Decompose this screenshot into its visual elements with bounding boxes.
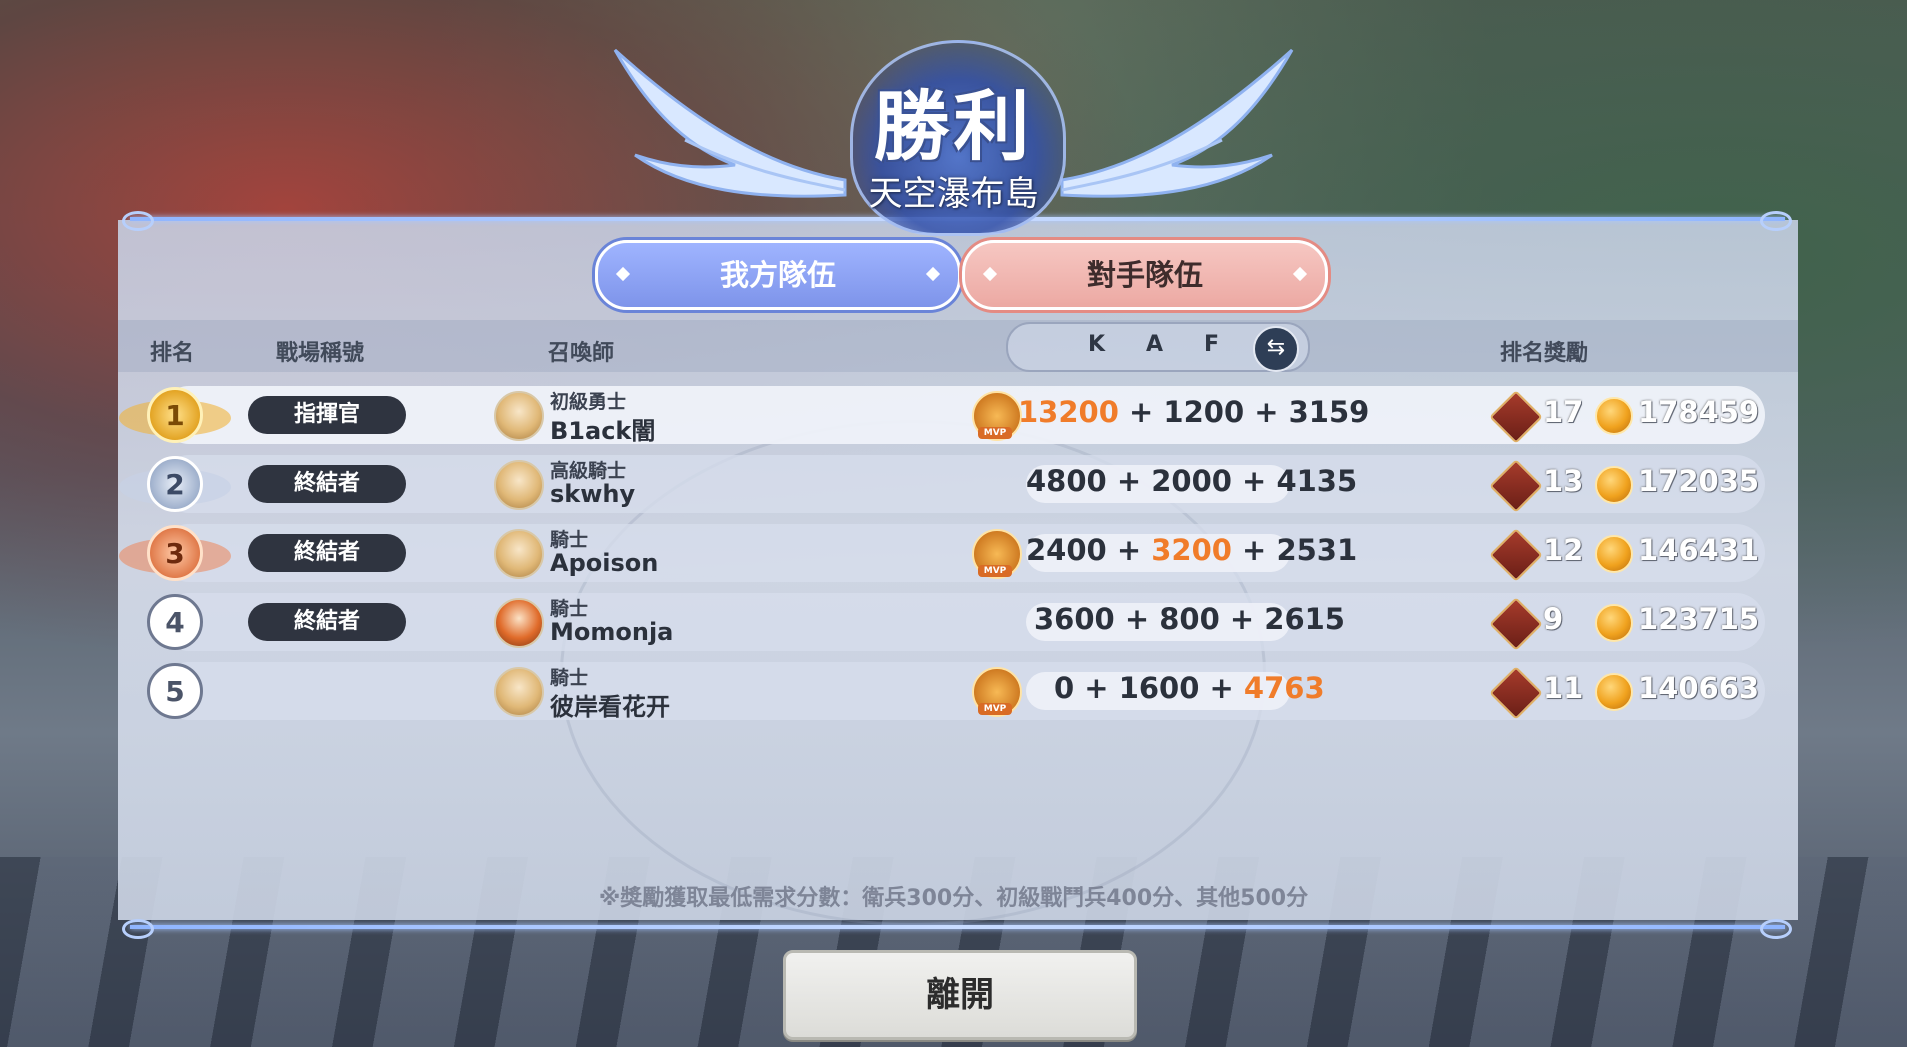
summoner-avatar[interactable] [494,391,544,441]
mvp-tag: MVP [978,703,1012,715]
tab-own-team[interactable]: 我方隊伍 [595,240,961,310]
header-k: K [1088,332,1106,357]
gold-coin-icon [1595,466,1633,504]
tab-own-label: 我方隊伍 [719,258,836,292]
score-k: 3600 [1034,602,1115,636]
bottom-divider-right-end [1760,919,1792,939]
header-battle-title: 戰場稱號 [276,341,365,366]
summoner-avatar[interactable] [494,667,544,717]
score-a: 2000 [1151,464,1232,498]
score-f: 2615 [1264,602,1345,636]
plus-sign: + [1106,464,1152,498]
ticket-count: 9 [1543,602,1564,636]
rank-badge-icon: 4 [147,594,203,650]
coin-count: 140663 [1638,671,1760,705]
battle-title-pill: 終結者 [248,603,406,641]
plus-sign: + [1106,533,1152,567]
kaf-score: 3600 + 800 + 2615 [1034,602,1345,636]
tab-own-left-diamond-icon [615,266,631,282]
coin-count: 146431 [1638,533,1760,567]
summoner-class: 騎士 [550,667,589,689]
bottom-divider-left-end [122,919,154,939]
reward-footnote: ※獎勵獲取最低需求分數：衛兵300分、初級戰鬥兵400分、其他500分 [598,886,1309,911]
leave-button[interactable]: 離開 [783,950,1137,1040]
header-rank-reward: 排名獎勵 [1500,341,1589,366]
score-k: 4800 [1026,464,1107,498]
plus-sign: + [1231,464,1277,498]
victory-title: 勝利 [873,82,1034,171]
ticket-count: 12 [1543,533,1584,567]
tab-opponent-team[interactable]: 對手隊伍 [962,240,1328,310]
rank-badge-icon: 1 [147,387,203,443]
summoner-class: 高級騎士 [550,460,627,482]
mvp-tag: MVP [978,427,1012,439]
coin-count: 178459 [1638,395,1760,429]
rank-badge-icon: 3 [147,525,203,581]
gold-coin-icon [1595,673,1633,711]
score-k: 0 [1054,671,1075,705]
score-a: 800 [1159,602,1220,636]
ticket-count: 13 [1543,464,1584,498]
tab-own-right-diamond-icon [925,266,941,282]
plus-sign: + [1118,395,1164,429]
plus-sign: + [1244,395,1289,429]
gold-coin-icon [1595,604,1633,642]
summoner-avatar[interactable] [494,460,544,510]
kaf-score: 4800 + 2000 + 4135 [1026,464,1357,498]
plus-sign: + [1114,602,1160,636]
swap-stats-button[interactable]: ⇆ [1253,326,1299,372]
score-f: 4135 [1276,464,1358,498]
score-a: 1600 [1118,671,1200,705]
score-f: 3159 [1288,395,1370,429]
bottom-divider [130,925,1785,929]
header-rank: 排名 [150,341,195,366]
header-f: F [1204,332,1220,357]
battle-title-pill: 終結者 [248,534,406,572]
score-k: 13200 [1018,395,1119,429]
summoner-name: 彼岸看花开 [550,693,670,721]
ticket-count: 17 [1543,395,1584,429]
tab-opp-right-diamond-icon [1292,266,1308,282]
plus-sign: + [1074,671,1119,705]
battle-title-pill: 終結者 [248,465,406,503]
rank-badge-icon: 2 [147,456,203,512]
score-a: 3200 [1151,533,1232,567]
header-a: A [1146,332,1164,357]
summoner-class: 騎士 [550,598,589,620]
tab-opp-left-diamond-icon [982,266,998,282]
kaf-score: 2400 + 3200 + 2531 [1026,533,1357,567]
swap-arrows-icon: ⇆ [1266,335,1286,360]
gold-coin-icon [1595,535,1633,573]
battle-title-pill: 指揮官 [248,396,406,434]
plus-sign: + [1199,671,1244,705]
score-f: 4763 [1243,671,1325,705]
summoner-avatar[interactable] [494,529,544,579]
plus-sign: + [1219,602,1265,636]
summoner-name: skwhy [550,480,636,508]
plus-sign: + [1231,533,1277,567]
map-name: 天空瀑布島 [868,174,1039,214]
kaf-score: 0 + 1600 + 4763 [1054,671,1325,705]
score-f: 2531 [1276,533,1358,567]
rank-badge-icon: 5 [147,663,203,719]
summoner-avatar[interactable] [494,598,544,648]
score-k: 2400 [1026,533,1107,567]
coin-count: 123715 [1638,602,1760,636]
summoner-name: Momonja [550,618,674,646]
mvp-tag: MVP [978,565,1012,577]
score-a: 1200 [1163,395,1245,429]
summoner-class: 初級勇士 [550,391,627,413]
header-summoner: 召喚師 [548,341,615,366]
kaf-score: 13200 + 1200 + 3159 [1018,395,1369,429]
summoner-class: 騎士 [550,529,589,551]
gold-coin-icon [1595,397,1633,435]
tab-opp-label: 對手隊伍 [1086,258,1203,292]
summoner-name: B1ack闇 [550,417,656,445]
coin-count: 172035 [1638,464,1760,498]
summoner-name: Apoison [550,549,659,577]
ticket-count: 11 [1543,671,1584,705]
